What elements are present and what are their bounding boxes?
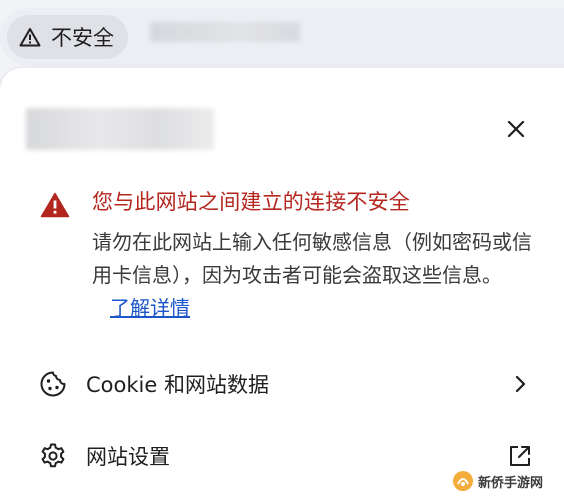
watermark: 新侨手游网 [452, 468, 543, 494]
close-icon [507, 120, 525, 138]
browser-page: 不安全 您与此网站之间建立的连接不安全 请勿在此网站上输入任何敏感信息（例如密码… [0, 0, 564, 500]
learn-more-link[interactable]: 了解详情 [110, 296, 190, 320]
watermark-logo-icon [453, 471, 473, 491]
warning-triangle-icon [40, 192, 70, 218]
warning-body-text: 请勿在此网站上输入任何敏感信息（例如密码或信用卡信息），因为攻击者可能会盗取这些… [92, 230, 532, 287]
chevron-right-icon [506, 370, 534, 398]
cookies-row-label: Cookie 和网站数据 [86, 373, 269, 397]
warning-body: 请勿在此网站上输入任何敏感信息（例如密码或信用卡信息），因为攻击者可能会盗取这些… [92, 226, 532, 325]
warning-outline-icon [19, 28, 41, 47]
open-external-icon [506, 442, 534, 470]
site-info-popup: 您与此网站之间建立的连接不安全 请勿在此网站上输入任何敏感信息（例如密码或信用卡… [0, 68, 564, 500]
watermark-text: 新侨手游网 [478, 475, 544, 491]
security-chip-label: 不安全 [51, 26, 114, 50]
address-bar: 不安全 [0, 0, 564, 66]
close-button[interactable] [500, 113, 532, 145]
blurred-site-name [26, 108, 214, 150]
blurred-url [150, 22, 300, 42]
cookies-site-data-row[interactable]: Cookie 和网站数据 [0, 356, 564, 412]
site-settings-row-label: 网站设置 [86, 445, 170, 469]
warning-title: 您与此网站之间建立的连接不安全 [92, 190, 410, 214]
security-chip[interactable]: 不安全 [7, 15, 128, 59]
gear-icon [38, 441, 68, 471]
cookie-icon [38, 369, 68, 399]
